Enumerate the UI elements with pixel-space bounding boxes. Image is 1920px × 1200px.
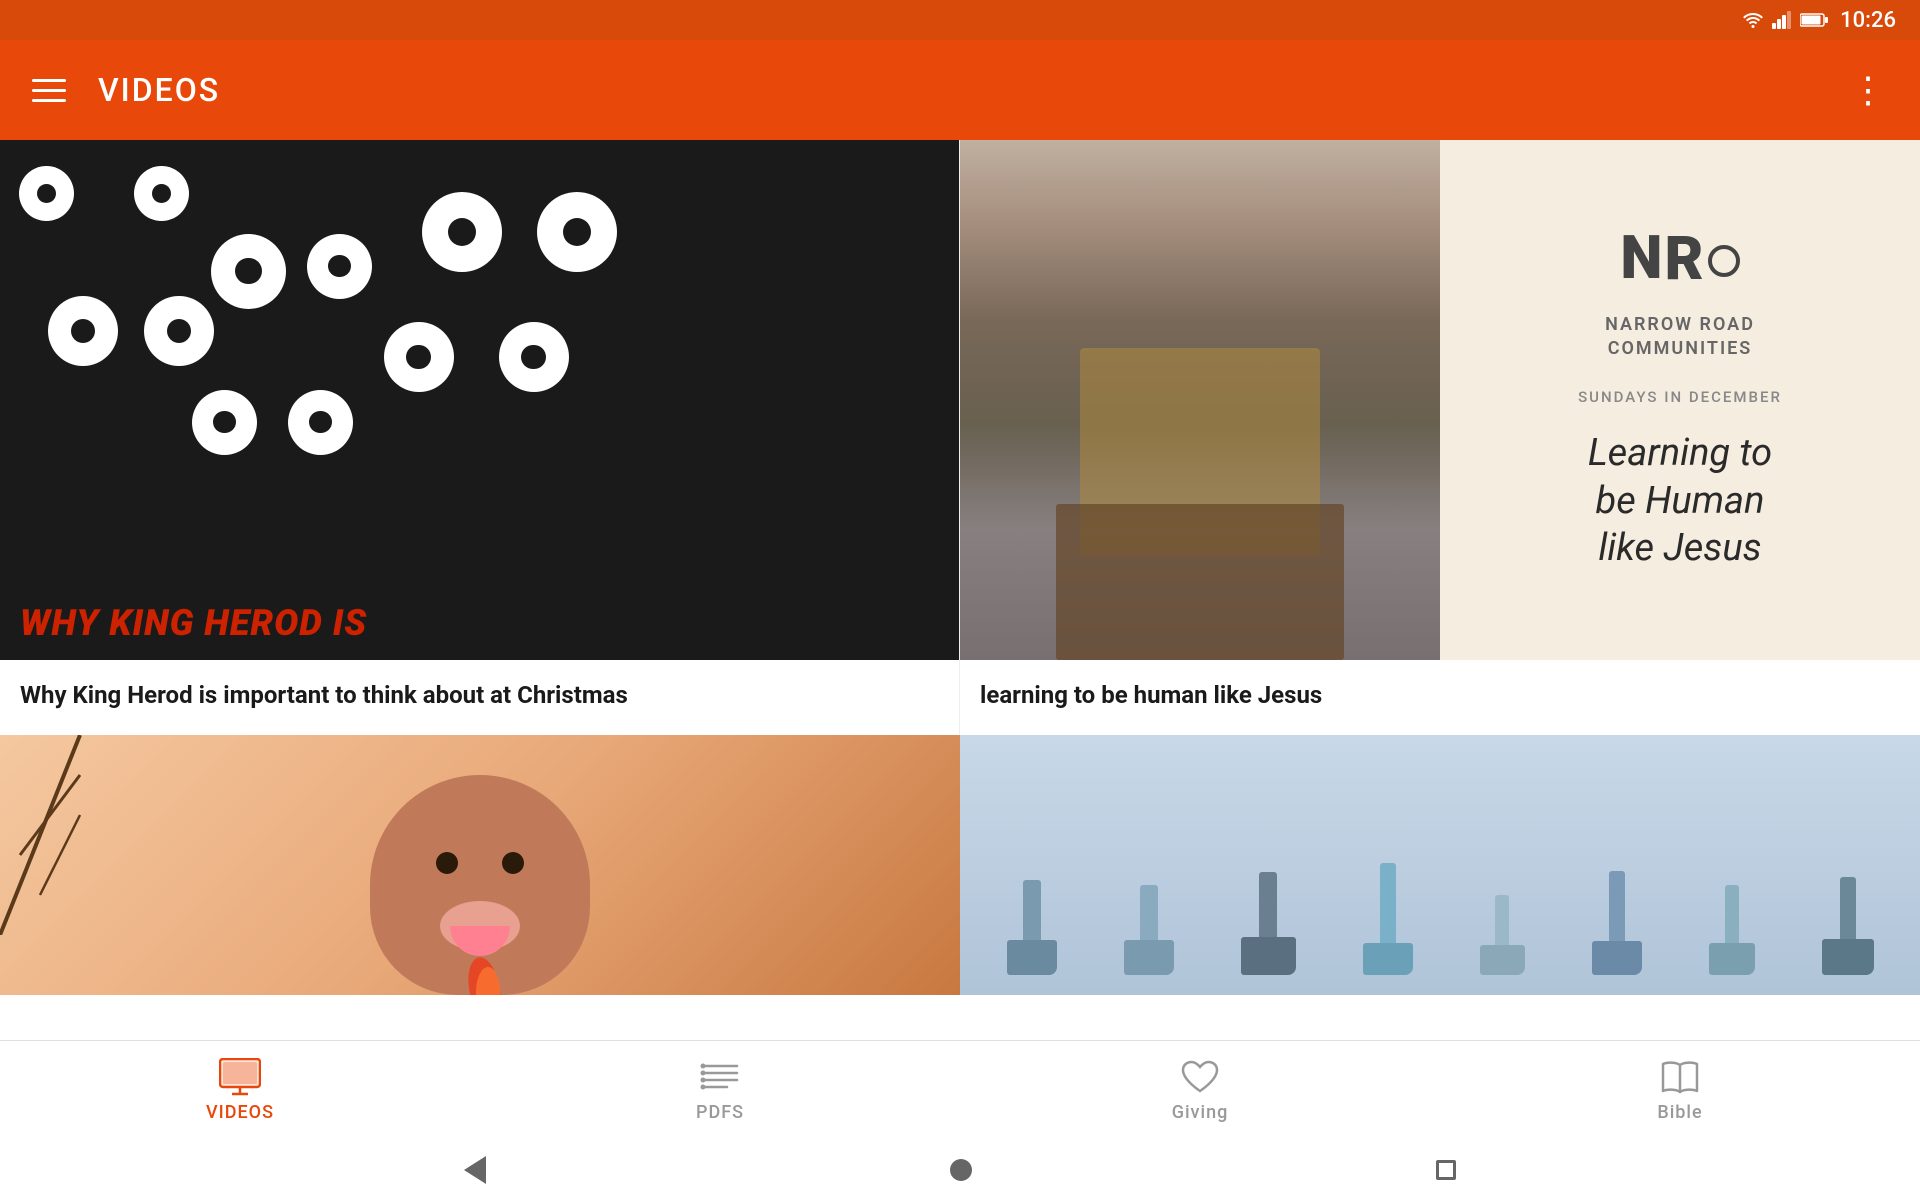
battery-icon: [1800, 12, 1828, 28]
status-bar: 10:26: [0, 0, 1920, 40]
wifi-icon: [1742, 11, 1764, 29]
video-title-2: learning to be human like Jesus: [980, 680, 1900, 711]
tree-branches: [0, 735, 120, 935]
nrc-main-title: Learning tobe Humanlike Jesus: [1588, 430, 1772, 573]
nav-item-bible[interactable]: Bible: [1440, 1058, 1920, 1123]
status-icons: [1742, 11, 1828, 29]
main-content: WHY KING HEROD IS Why King Herod is impo…: [0, 140, 1920, 1080]
menu-button[interactable]: [32, 79, 66, 102]
nav-label-videos: VIDEOS: [206, 1102, 274, 1123]
shoe-2: [1124, 885, 1174, 975]
shoe-4: [1363, 863, 1413, 975]
signal-icon: [1772, 11, 1792, 29]
more-options-button[interactable]: ⋮: [1850, 69, 1888, 111]
shoe-6: [1592, 871, 1642, 975]
narrow-road-card: N R NARROW ROADCOMMUNITIES SUNDAYS IN DE…: [1440, 140, 1920, 660]
video-overlay-title-1: WHY KING HEROD IS: [0, 588, 959, 660]
card-info-1: Why King Herod is important to think abo…: [0, 660, 959, 735]
page-title: VIDEOS: [98, 71, 1850, 109]
nav-label-bible: Bible: [1657, 1102, 1702, 1123]
nav-label-pdfs: PDFS: [696, 1102, 744, 1123]
shoes-thumbnail[interactable]: [960, 735, 1920, 995]
heart-icon: [1179, 1058, 1221, 1096]
nrc-logo: N R: [1620, 227, 1739, 289]
shoe-3: [1241, 872, 1296, 975]
nrc-org-name: NARROW ROADCOMMUNITIES: [1605, 313, 1755, 360]
status-time: 10:26: [1840, 8, 1896, 33]
shoe-5: [1480, 895, 1525, 975]
overlay-text-1: WHY KING HEROD IS: [20, 604, 939, 644]
pour-photo: [960, 140, 1440, 660]
back-button[interactable]: [464, 1156, 486, 1184]
nav-item-giving[interactable]: Giving: [960, 1058, 1440, 1123]
nav-label-giving: Giving: [1172, 1102, 1229, 1123]
home-button[interactable]: [950, 1159, 972, 1181]
eyes-thumbnail: WHY KING HEROD IS: [0, 140, 959, 660]
nav-item-pdfs[interactable]: PDFS: [480, 1058, 960, 1123]
shoe-7: [1709, 885, 1755, 975]
monitor-icon: [219, 1058, 261, 1096]
thumbnail-2: N R NARROW ROADCOMMUNITIES SUNDAYS IN DE…: [960, 140, 1920, 660]
app-bar: VIDEOS ⋮: [0, 40, 1920, 140]
video-card-2[interactable]: N R NARROW ROADCOMMUNITIES SUNDAYS IN DE…: [960, 140, 1920, 735]
system-nav-bar: [0, 1140, 1920, 1200]
video-card-1[interactable]: WHY KING HEROD IS Why King Herod is impo…: [0, 140, 960, 735]
recents-button[interactable]: [1436, 1160, 1456, 1180]
list-icon: [699, 1058, 741, 1096]
video-title-1: Why King Herod is important to think abo…: [20, 680, 939, 711]
shoe-1: [1007, 880, 1057, 975]
nrc-letter-r: R: [1665, 229, 1704, 289]
nrc-series-label: SUNDAYS IN DECEMBER: [1578, 388, 1782, 406]
bottom-nav: VIDEOS PDFS Giving Bible: [0, 1040, 1920, 1140]
nav-item-videos[interactable]: VIDEOS: [0, 1058, 480, 1123]
pour-thumbnail: N R NARROW ROADCOMMUNITIES SUNDAYS IN DE…: [960, 140, 1920, 660]
row-2-thumbnails: [0, 735, 1920, 995]
book-open-icon: [1659, 1058, 1701, 1096]
shoe-8: [1822, 877, 1874, 975]
santa-thumbnail[interactable]: [0, 735, 960, 995]
card-info-2: learning to be human like Jesus: [960, 660, 1920, 735]
video-grid: WHY KING HEROD IS Why King Herod is impo…: [0, 140, 1920, 735]
nrc-letter-n: N: [1620, 228, 1662, 288]
thumbnail-1: WHY KING HEROD IS: [0, 140, 959, 660]
